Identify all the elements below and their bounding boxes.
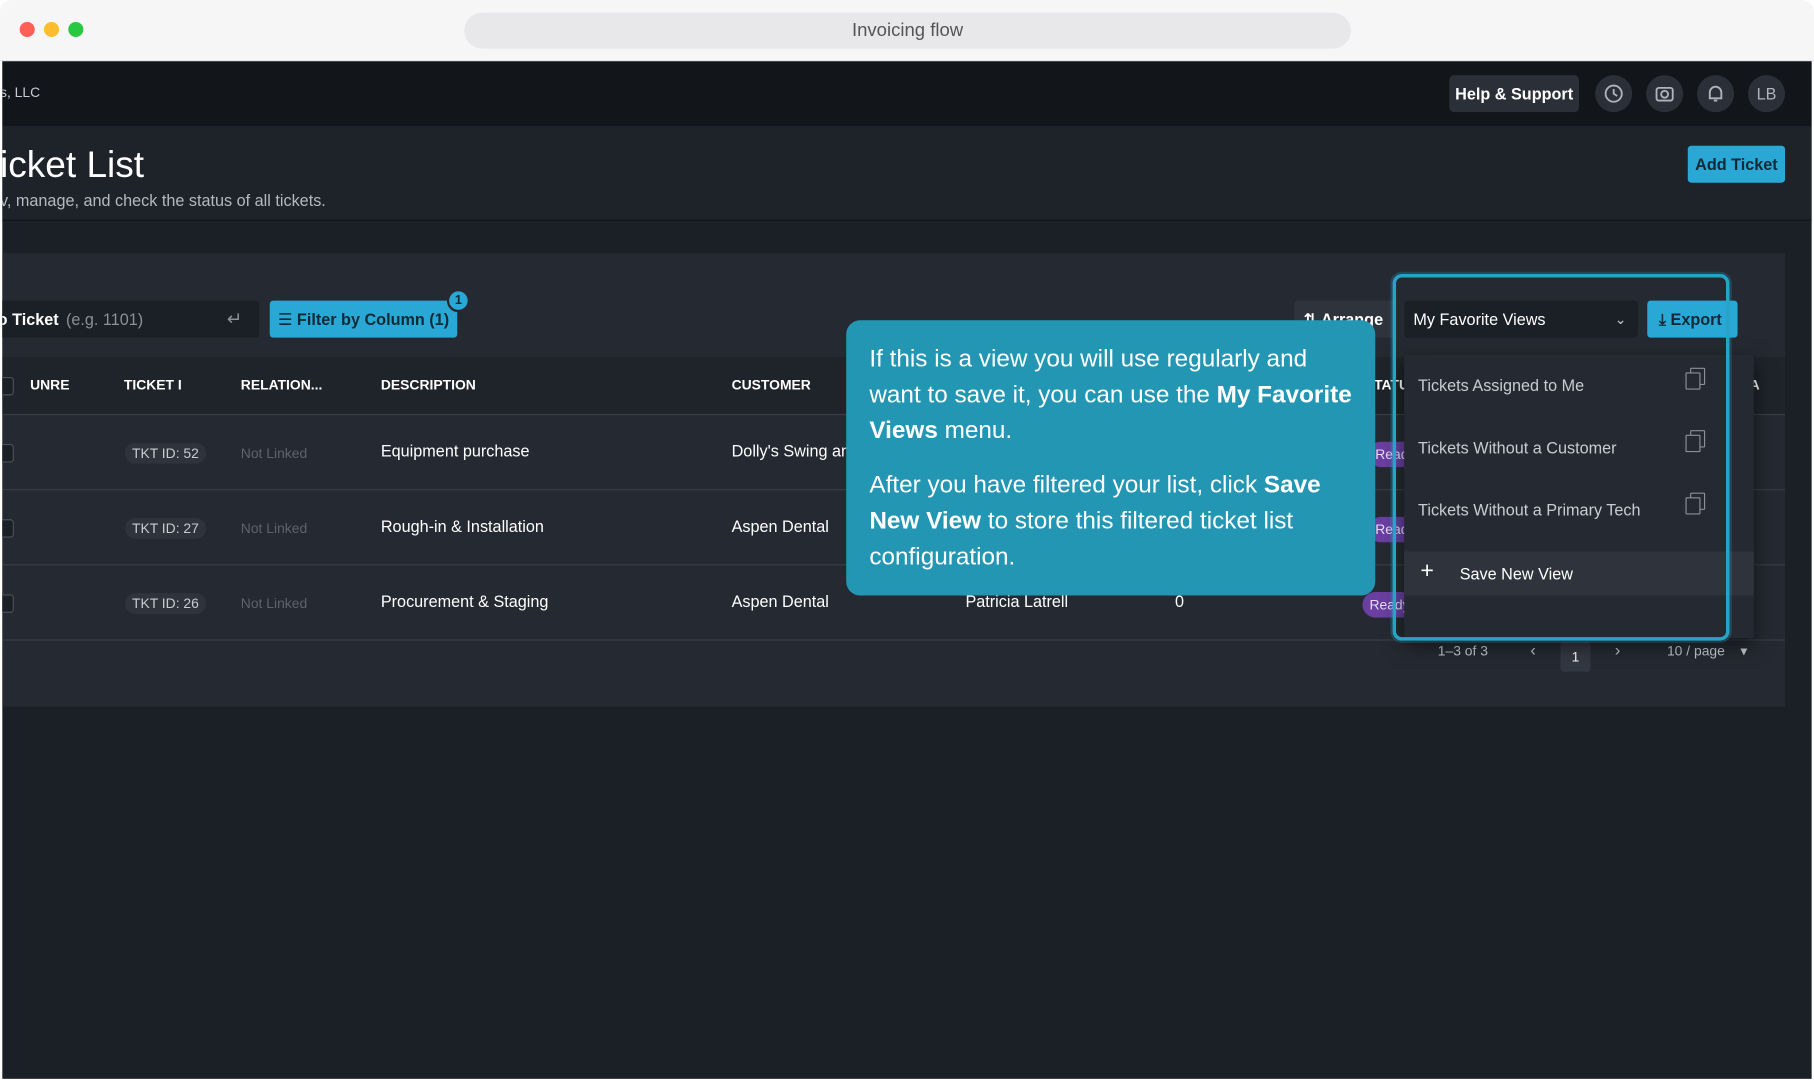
row-checkbox[interactable] (2, 519, 14, 538)
page-number-button[interactable]: 1 (1560, 641, 1591, 672)
maximize-window-button[interactable] (68, 21, 84, 38)
filter-label: Filter by Column (1) (296, 309, 450, 329)
filter-by-column-button[interactable]: ☰ Filter by Column (1) (269, 300, 458, 338)
column-header-customer[interactable]: CUSTOMER (732, 377, 811, 393)
page-size-select[interactable]: 10 / page ▾ (1667, 643, 1747, 659)
filter-count-badge: 1 (446, 289, 470, 313)
pagination-range: 1–3 of 3 (1437, 642, 1488, 660)
minimize-window-button[interactable] (43, 21, 60, 38)
column-header-unread[interactable]: UNRE (30, 377, 69, 393)
prev-page-icon[interactable]: ‹ (1530, 641, 1535, 660)
close-window-button[interactable] (19, 21, 35, 38)
filter-icon: ☰ (277, 309, 297, 329)
help-support-button[interactable]: Help & Support (1449, 75, 1579, 113)
tooltip-paragraph-2: After you have filtered your list, click… (869, 467, 1352, 575)
tutorial-tooltip: If this is a view you will use regularly… (846, 320, 1376, 596)
description-cell[interactable]: Procurement & Staging (381, 592, 549, 611)
ticket-id-badge: TKT ID: 52 (125, 442, 206, 464)
top-bar: s, LLC Help & Support LB (2, 61, 1812, 127)
search-placeholder: (e.g. 1101) (65, 309, 144, 329)
tutorial-highlight-frame (1392, 274, 1730, 641)
row-checkbox[interactable] (2, 594, 14, 613)
ticket-id-badge: TKT ID: 27 (125, 518, 206, 539)
column-header-relation[interactable]: RELATION... (241, 377, 323, 393)
tooltip-paragraph-1: If this is a view you will use regularly… (869, 341, 1352, 449)
history-icon[interactable] (1595, 75, 1633, 113)
add-ticket-button[interactable]: Add Ticket (1687, 145, 1786, 183)
row-checkbox[interactable] (2, 444, 14, 463)
customer-cell: Aspen Dental (731, 592, 829, 611)
customer-cell: Aspen Dental (731, 516, 829, 536)
tooltip-text: After you have filtered your list, click (869, 471, 1264, 499)
relation-cell: Not Linked (240, 595, 308, 612)
description-cell[interactable]: Equipment purchase (381, 442, 530, 461)
bell-icon[interactable] (1697, 75, 1735, 113)
ticket-search-input[interactable]: o Ticket (e.g. 1101) ↵ (2, 300, 260, 338)
page-header: icket List v, manage, and check the stat… (2, 126, 1812, 221)
tooltip-text: menu. (937, 417, 1013, 445)
screen: Invoicing flow s, LLC Help & Support LB … (0, 0, 1814, 1080)
page-size-label: 10 / page (1666, 642, 1725, 660)
next-page-icon[interactable]: › (1615, 641, 1620, 660)
caret-down-icon: ▾ (1740, 642, 1748, 660)
relation-cell: Not Linked (240, 520, 308, 537)
enter-icon[interactable]: ↵ (227, 308, 243, 331)
page-title: icket List (2, 143, 145, 186)
address-bar[interactable]: Invoicing flow (464, 12, 1351, 49)
user-avatar[interactable]: LB (1747, 75, 1786, 113)
page-subtitle: v, manage, and check the status of all t… (2, 190, 326, 210)
select-all-checkbox[interactable] (2, 376, 14, 396)
column-header-description[interactable]: DESCRIPTION (381, 377, 476, 393)
browser-chrome: Invoicing flow (0, 0, 1814, 62)
company-name: s, LLC (2, 84, 41, 101)
camera-icon[interactable] (1646, 75, 1684, 113)
column-header-ticket-id[interactable]: TICKET I (124, 377, 182, 393)
search-label: o Ticket (2, 309, 59, 329)
description-cell[interactable]: Rough-in & Installation (381, 517, 544, 536)
ticket-id-badge: TKT ID: 26 (125, 593, 206, 614)
customer-cell: Dolly's Swing an (731, 441, 851, 461)
relation-cell: Not Linked (240, 445, 308, 462)
